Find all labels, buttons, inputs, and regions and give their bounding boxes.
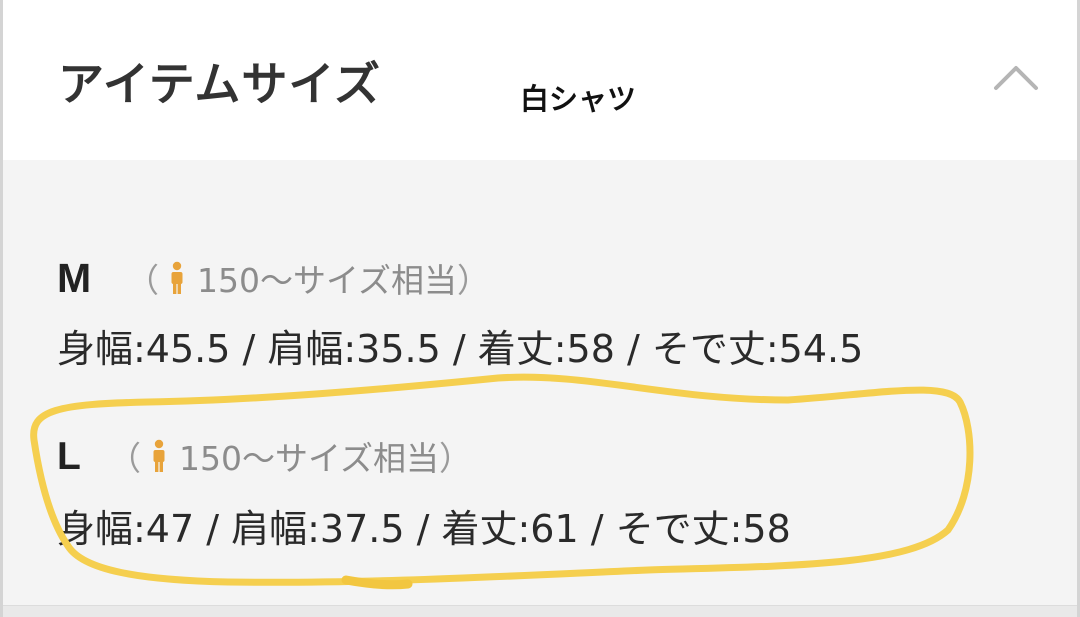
size-note-m: （ 150〜サイズ相当 ） (126, 256, 490, 300)
size-label-m: M (57, 255, 92, 301)
collapse-button[interactable] (988, 56, 1044, 96)
person-icon (153, 439, 165, 472)
section-title: アイテムサイズ (58, 57, 382, 111)
size-label-l: L (57, 435, 81, 478)
measurements-l: 身幅:47 / 肩幅:37.5 / 着丈:61 / そで丈:58 (57, 507, 791, 551)
measurements-m: 身幅:45.5 / 肩幅:35.5 / 着丈:58 / そで丈:54.5 (57, 327, 864, 371)
note-open-paren: （ (108, 439, 141, 478)
note-open-paren: （ (126, 261, 159, 300)
section-header[interactable]: アイテムサイズ 白シャツ (0, 0, 1080, 160)
size-note-l: （ 150〜サイズ相当 ） (108, 434, 472, 478)
person-icon (171, 261, 183, 294)
note-close-paren: ） (439, 439, 472, 478)
item-size-card: アイテムサイズ 白シャツ M （ 150〜サイズ相当 ） 身幅:45.5 / 肩… (0, 0, 1080, 617)
note-close-paren: ） (457, 261, 490, 300)
chevron-up-icon (994, 66, 1038, 90)
divider (0, 605, 1080, 617)
handwritten-item-note: 白シャツ (520, 82, 637, 116)
note-text: 150〜サイズ相当 (197, 261, 457, 300)
card-border-left (0, 0, 3, 617)
note-text: 150〜サイズ相当 (179, 439, 439, 478)
